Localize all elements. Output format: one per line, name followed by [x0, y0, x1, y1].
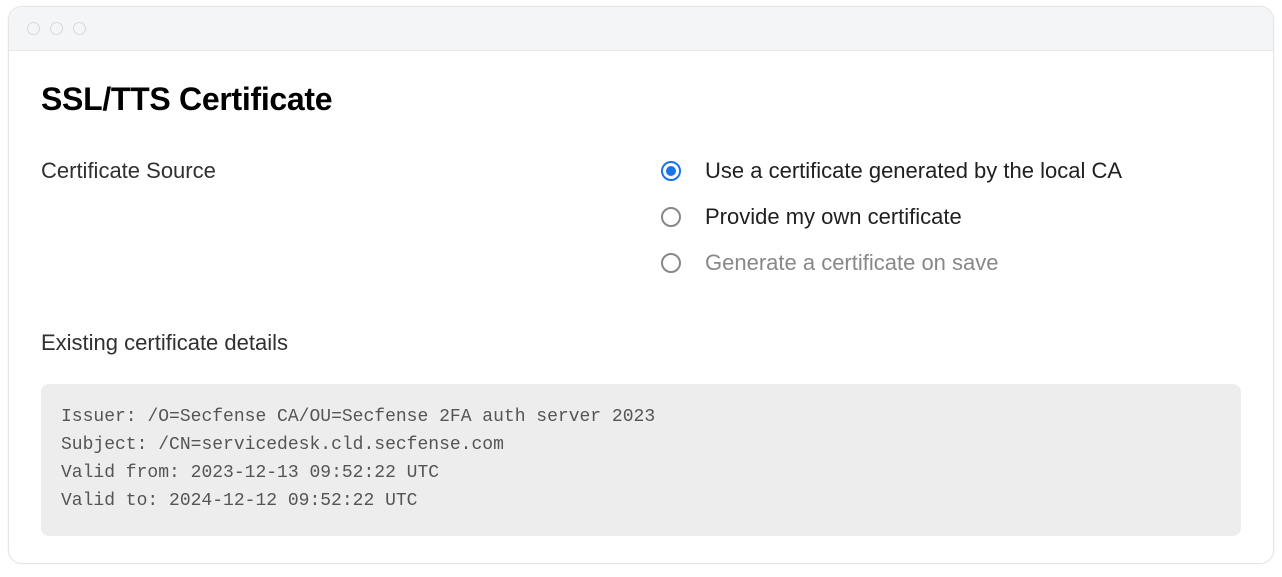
radio-icon — [661, 207, 681, 227]
existing-cert-title: Existing certificate details — [41, 330, 1241, 356]
radio-icon — [661, 161, 681, 181]
valid-to-label: Valid to: — [61, 491, 158, 511]
window-minimize-icon[interactable] — [50, 22, 63, 35]
window-close-icon[interactable] — [27, 22, 40, 35]
subject-value: /CN=servicedesk.cld.secfense.com — [158, 435, 504, 455]
issuer-label: Issuer: — [61, 407, 137, 427]
radio-use-local-ca[interactable]: Use a certificate generated by the local… — [661, 158, 1122, 184]
app-window: SSL/TTS Certificate Certificate Source U… — [8, 6, 1274, 564]
cert-source-row: Certificate Source Use a certificate gen… — [41, 158, 1241, 276]
issuer-value: /O=Secfense CA/OU=Secfense 2FA auth serv… — [147, 407, 655, 427]
radio-label: Use a certificate generated by the local… — [705, 158, 1122, 184]
subject-label: Subject: — [61, 435, 147, 455]
radio-generate-on-save: Generate a certificate on save — [661, 250, 1122, 276]
radio-provide-own[interactable]: Provide my own certificate — [661, 204, 1122, 230]
radio-label: Provide my own certificate — [705, 204, 962, 230]
cert-source-options: Use a certificate generated by the local… — [661, 158, 1122, 276]
cert-source-label: Certificate Source — [41, 158, 661, 184]
valid-from-value: 2023-12-13 09:52:22 UTC — [191, 463, 439, 483]
window-zoom-icon[interactable] — [73, 22, 86, 35]
valid-from-label: Valid from: — [61, 463, 180, 483]
page-content: SSL/TTS Certificate Certificate Source U… — [9, 51, 1273, 560]
page-title: SSL/TTS Certificate — [41, 81, 1241, 118]
valid-to-value: 2024-12-12 09:52:22 UTC — [169, 491, 417, 511]
cert-details-box: Issuer: /O=Secfense CA/OU=Secfense 2FA a… — [41, 384, 1241, 536]
radio-label: Generate a certificate on save — [705, 250, 999, 276]
window-titlebar — [9, 7, 1273, 51]
radio-icon — [661, 253, 681, 273]
